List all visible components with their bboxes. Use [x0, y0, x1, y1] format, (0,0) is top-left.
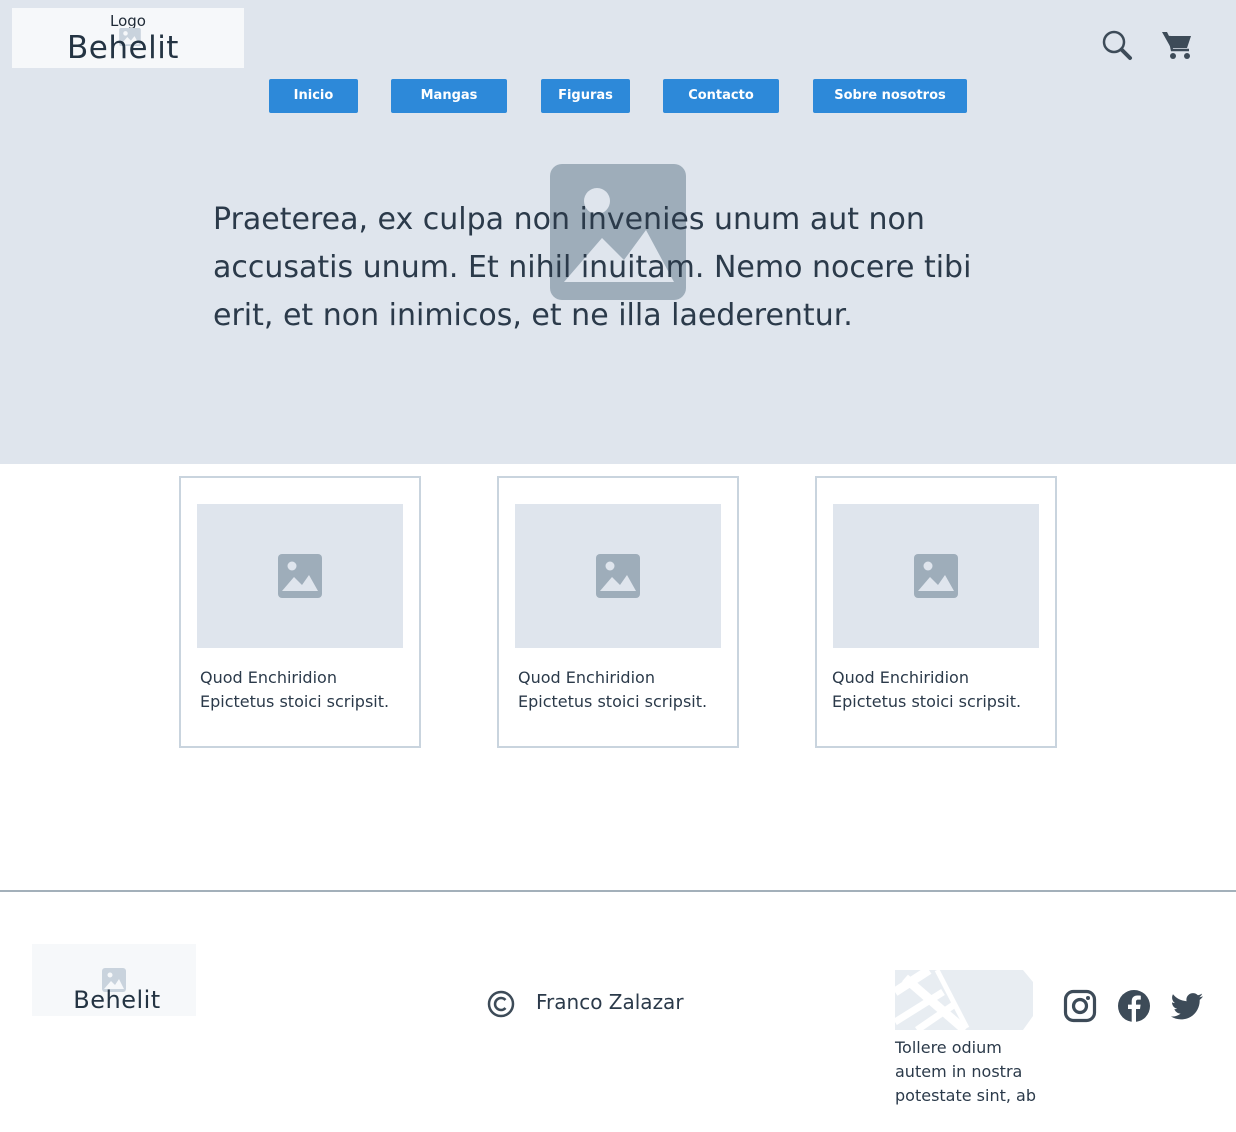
hero-section: Logo Behelit Inicio Mangas Figuras Conta…: [0, 0, 1236, 464]
card-image: [197, 504, 403, 648]
nav-figuras-button[interactable]: Figuras: [541, 79, 630, 113]
card-text: Quod Enchiridion Epictetus stoici scrips…: [518, 668, 708, 711]
cart-icon[interactable]: [1160, 28, 1194, 62]
image-placeholder-icon: [914, 554, 958, 598]
card-text: Quod Enchiridion Epictetus stoici scrips…: [200, 668, 390, 711]
nav-mangas-button[interactable]: Mangas: [391, 79, 507, 113]
copyright-name: Franco Zalazar: [536, 990, 684, 1014]
product-card[interactable]: Quod Enchiridion Epictetus stoici scrips…: [179, 476, 421, 748]
logo-name: Behelit: [67, 30, 179, 66]
card-text: Quod Enchiridion Epictetus stoici scrips…: [832, 668, 1022, 711]
hero-text: Praeterea, ex culpa non invenies unum au…: [213, 202, 972, 333]
card-image: [515, 504, 721, 648]
product-card[interactable]: Quod Enchiridion Epictetus stoici scrips…: [815, 476, 1057, 748]
footer-divider: [0, 890, 1236, 892]
image-placeholder-icon: [596, 554, 640, 598]
header-logo[interactable]: Logo Behelit: [12, 8, 244, 68]
map-text: Tollere odium autem in nostra potestate …: [895, 1038, 1037, 1105]
copyright-icon: [487, 990, 515, 1018]
nav-sobre-nosotros-button[interactable]: Sobre nosotros: [813, 79, 967, 113]
twitter-icon[interactable]: [1170, 989, 1204, 1023]
footer-logo-name: Behelit: [73, 986, 161, 1014]
instagram-icon[interactable]: [1063, 989, 1097, 1023]
facebook-icon[interactable]: [1117, 989, 1151, 1023]
map-icon[interactable]: [895, 970, 1033, 1030]
page: Logo Behelit Inicio Mangas Figuras Conta…: [0, 0, 1236, 1132]
nav-inicio-button[interactable]: Inicio: [269, 79, 358, 113]
card-image: [833, 504, 1039, 648]
nav-contacto-button[interactable]: Contacto: [663, 79, 779, 113]
image-placeholder-icon: [278, 554, 322, 598]
product-card[interactable]: Quod Enchiridion Epictetus stoici scrips…: [497, 476, 739, 748]
search-icon[interactable]: [1101, 29, 1133, 61]
footer-logo[interactable]: Behelit: [32, 944, 196, 1016]
